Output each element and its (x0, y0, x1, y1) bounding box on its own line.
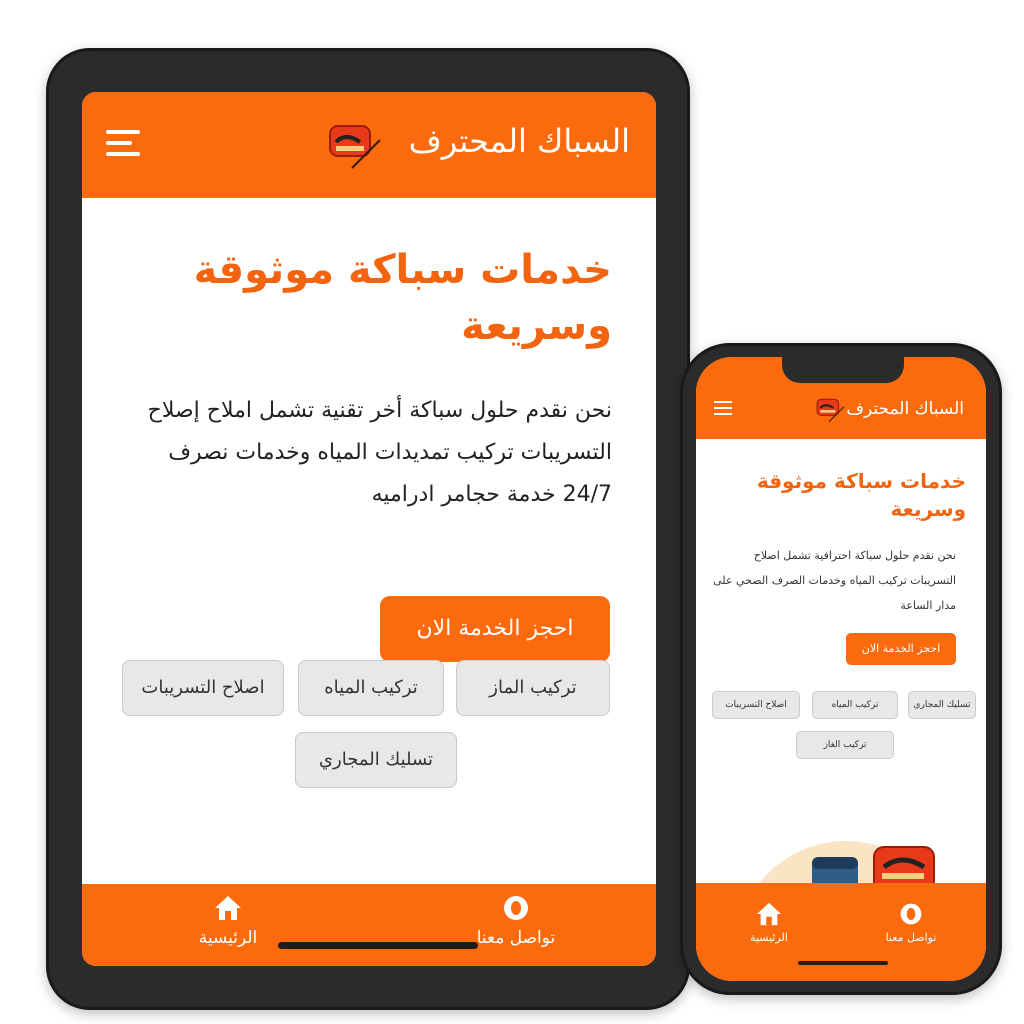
tablet-device: السباك المحترف خدمات سباكة موثوقة وسريعة… (46, 48, 690, 1010)
plumber-logo-icon (816, 398, 845, 423)
plumber-logo-icon (329, 125, 381, 169)
service-chip-gas-install[interactable]: تركيب الغاز (796, 731, 894, 759)
hero-title: خدمات سباكة موثوقة وسريعة (756, 469, 966, 521)
brand-name: السباك المحترف (408, 122, 630, 160)
hero-description: نحن نقدم حلول سباكة احترافية تشمل اصلاح … (713, 549, 956, 612)
tablet-screen: السباك المحترف خدمات سباكة موثوقة وسريعة… (82, 92, 656, 966)
brand-name: السباك المحترف (846, 399, 964, 419)
service-chip-water-install[interactable]: تركيب المياه (812, 691, 898, 719)
hero-description: نحن نقدم حلول سباكة أخر تقنية تشمل املاح… (147, 398, 612, 507)
nav-contact[interactable]: تواصل معنا (466, 894, 566, 948)
home-indicator (278, 942, 478, 949)
nav-home-label: الرئيسية (750, 931, 788, 944)
nav-home-label: الرئيسية (198, 928, 258, 948)
nav-contact-label: تواصل معنا (476, 928, 556, 948)
contact-icon (900, 903, 922, 925)
phone-device: السباك المحترف خدمات سباكة موثوقة وسريعة… (680, 343, 1002, 995)
phone-notch (782, 357, 904, 383)
nav-home[interactable]: الرئيسية (178, 894, 278, 948)
book-service-button[interactable]: احجز الخدمة الان (846, 633, 956, 665)
service-chip-gas-install[interactable]: تركيب الماز (456, 660, 610, 716)
service-chip-leak-repair[interactable]: اصلاح التسريبات (712, 691, 800, 719)
service-chip-water-install[interactable]: تركيب المياه (298, 660, 444, 716)
nav-contact-label: تواصل معنا (885, 931, 937, 944)
service-chip-leak-repair[interactable]: اصلاح التسريبات (122, 660, 284, 716)
home-indicator (798, 961, 888, 965)
nav-home[interactable]: الرئيسية (734, 901, 804, 944)
hamburger-menu-icon[interactable] (714, 401, 732, 417)
contact-icon (504, 896, 528, 920)
book-service-button[interactable]: احجز الخدمة الان (380, 596, 610, 662)
service-chip-drain-cleaning[interactable]: تسليك المجاري (295, 732, 457, 788)
tablet-bottom-nav: الرئيسية تواصل معنا (82, 884, 656, 966)
nav-contact[interactable]: تواصل معنا (876, 901, 946, 944)
hero-title: خدمات سباكة موثوقة وسريعة (193, 247, 612, 349)
phone-bottom-nav: الرئيسية تواصل معنا (696, 883, 986, 981)
service-chip-drain-cleaning[interactable]: تسليك المجاري (908, 691, 976, 719)
hamburger-menu-icon[interactable] (106, 130, 140, 162)
home-icon (756, 902, 782, 926)
tablet-header: السباك المحترف (82, 92, 656, 198)
home-icon (215, 896, 241, 920)
phone-screen: السباك المحترف خدمات سباكة موثوقة وسريعة… (696, 357, 986, 981)
